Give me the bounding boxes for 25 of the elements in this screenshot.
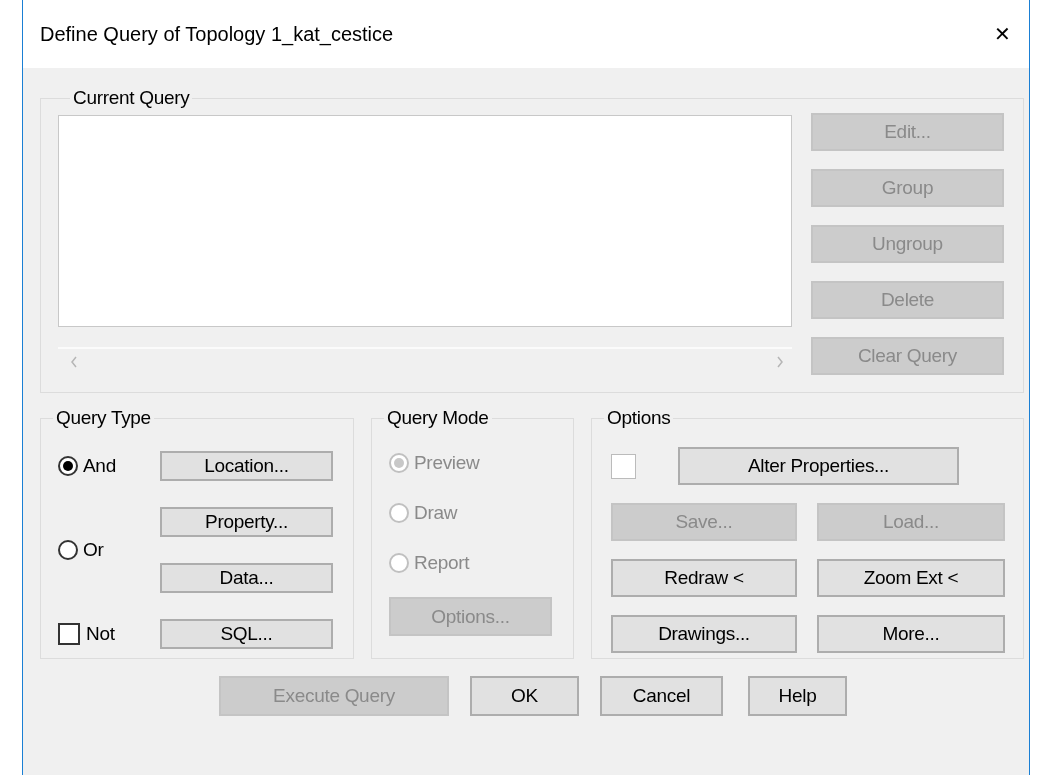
- dialog-button[interactable]: Zoom Ext <: [817, 559, 1005, 597]
- dialog-button[interactable]: SQL...: [160, 619, 333, 649]
- radio-button[interactable]: And: [58, 451, 160, 481]
- scroll-left-icon[interactable]: [70, 356, 78, 368]
- dialog-button[interactable]: Help: [748, 676, 847, 716]
- group-label: Options: [606, 407, 672, 429]
- dialog-button[interactable]: OK: [470, 676, 579, 716]
- checkbox[interactable]: Not: [58, 619, 160, 649]
- dialog-button[interactable]: Cancel: [600, 676, 723, 716]
- group-label: Current Query: [72, 87, 191, 109]
- radio-button[interactable]: Or: [58, 507, 160, 593]
- dialog-button[interactable]: Alter Properties...: [678, 447, 959, 485]
- dialog-button[interactable]: Drawings...: [611, 615, 797, 653]
- scroll-right-icon[interactable]: [776, 356, 784, 368]
- dialog-button[interactable]: Redraw <: [611, 559, 797, 597]
- group-label: Query Mode: [386, 407, 490, 429]
- window-title: Define Query of Topology 1_kat_cestice: [40, 22, 394, 46]
- group-label: Query Type: [55, 407, 152, 429]
- dialog-button[interactable]: Property...: [160, 507, 333, 537]
- query-list[interactable]: [58, 115, 792, 327]
- dialog-button[interactable]: Data...: [160, 563, 333, 593]
- dialog-button[interactable]: More...: [817, 615, 1005, 653]
- dialog-button[interactable]: Location...: [160, 451, 333, 481]
- checkbox[interactable]: [611, 453, 636, 479]
- close-button[interactable]: ✕: [987, 22, 1017, 46]
